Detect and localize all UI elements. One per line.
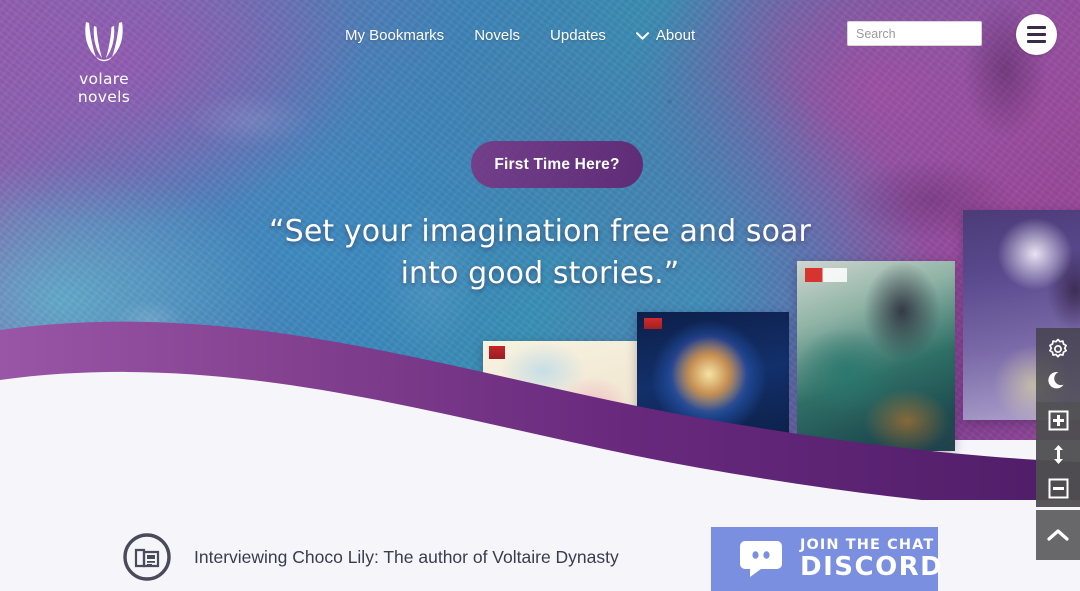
first-time-here-button[interactable]: First Time Here?	[471, 141, 643, 188]
hero-tagline: “Set your imagination free and soar into…	[0, 211, 1080, 295]
wing-flame-logo-icon	[85, 22, 123, 62]
tool-rail-text-panel	[1036, 402, 1080, 507]
night-mode-moon-icon-button[interactable]	[1045, 368, 1071, 394]
discord-banner-text: JOIN THE CHAT DISCORD	[800, 537, 943, 581]
settings-gear-icon-button[interactable]	[1045, 336, 1071, 362]
decrease-font-icon-button[interactable]	[1045, 476, 1071, 502]
hamburger-bar-3	[1027, 40, 1046, 43]
scroll-to-top-icon	[1047, 529, 1069, 541]
tool-rail-scroll-panel	[1036, 510, 1080, 560]
nav-link-updates[interactable]: Updates	[550, 27, 606, 44]
site-logo-text: volare novels	[77, 70, 131, 106]
news-item[interactable]: Interviewing Choco Lily: The author of V…	[122, 532, 619, 582]
hamburger-bar-1	[1027, 26, 1046, 29]
nav-link-about-label: About	[655, 27, 696, 44]
page-root: volare novels My Bookmarks Novels Update…	[0, 0, 1080, 591]
search-input[interactable]	[847, 21, 982, 46]
discord-banner-line-2: DISCORD	[800, 552, 944, 582]
settings-gear-icon	[1049, 338, 1067, 358]
hamburger-bar-2	[1027, 33, 1046, 36]
discord-join-banner[interactable]: JOIN THE CHAT DISCORD	[711, 527, 942, 591]
nav-link-novels[interactable]: Novels	[474, 27, 520, 44]
nav-link-my-bookmarks[interactable]: My Bookmarks	[345, 27, 444, 44]
decrease-font-icon	[1048, 478, 1068, 499]
increase-font-icon-button[interactable]	[1045, 408, 1071, 434]
scroll-to-top-button[interactable]	[1045, 522, 1071, 548]
chevron-down-icon	[635, 31, 649, 40]
line-height-icon	[1053, 445, 1063, 464]
nav-link-about[interactable]: About	[635, 27, 696, 44]
news-item-title: Interviewing Choco Lily: The author of V…	[194, 546, 619, 567]
top-navigation-bar: volare novels My Bookmarks Novels Update…	[0, 0, 1080, 106]
increase-font-icon	[1048, 410, 1068, 431]
hero-tagline-line-2: into good stories.”	[400, 256, 680, 291]
newspaper-icon	[123, 533, 171, 581]
moon-icon	[1048, 371, 1064, 389]
hero-tagline-line-1: “Set your imagination free and soar	[269, 214, 811, 249]
wave-bottom-fill	[0, 378, 1080, 500]
nav-links: My Bookmarks Novels Updates About	[345, 27, 695, 44]
hamburger-menu-button[interactable]	[1016, 14, 1057, 55]
line-height-icon-button[interactable]	[1045, 442, 1071, 468]
discord-logo-icon	[740, 541, 782, 577]
tool-rail-display-panel	[1036, 328, 1080, 402]
site-logo[interactable]: volare novels	[52, 20, 156, 106]
